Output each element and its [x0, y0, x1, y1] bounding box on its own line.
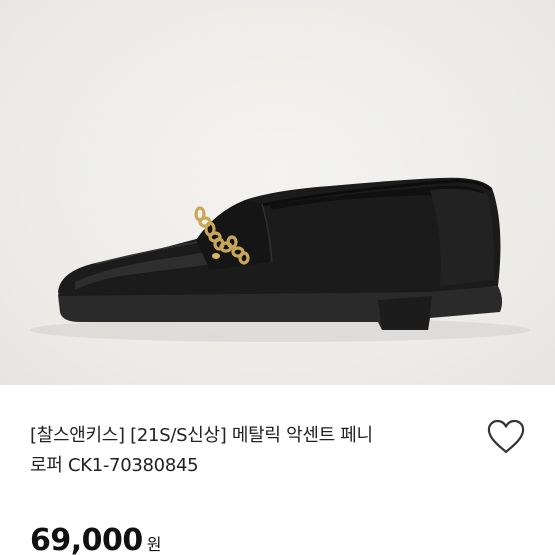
- product-title-line1: [찰스앤키스] [21S/S신상] 메탈릭 악센트 페니: [30, 425, 373, 446]
- price-value: 69,000: [30, 523, 143, 555]
- product-detail-page: [찰스앤키스] [21S/S신상] 메탈릭 악센트 페니 로퍼 CK1-7038…: [0, 0, 555, 555]
- product-image[interactable]: [0, 0, 555, 385]
- loafer-shoe-image: [30, 177, 530, 342]
- price-row: 69,000 원: [30, 523, 162, 555]
- heart-outline-icon: [487, 419, 525, 454]
- product-title-line2: 로퍼 CK1-70380845: [30, 455, 199, 476]
- wishlist-button[interactable]: [484, 415, 528, 459]
- product-info: [찰스앤키스] [21S/S신상] 메탈릭 악센트 페니 로퍼 CK1-7038…: [0, 385, 555, 555]
- product-title: [찰스앤키스] [21S/S신상] 메탈릭 악센트 페니 로퍼 CK1-7038…: [30, 421, 460, 481]
- price-currency: 원: [146, 535, 162, 554]
